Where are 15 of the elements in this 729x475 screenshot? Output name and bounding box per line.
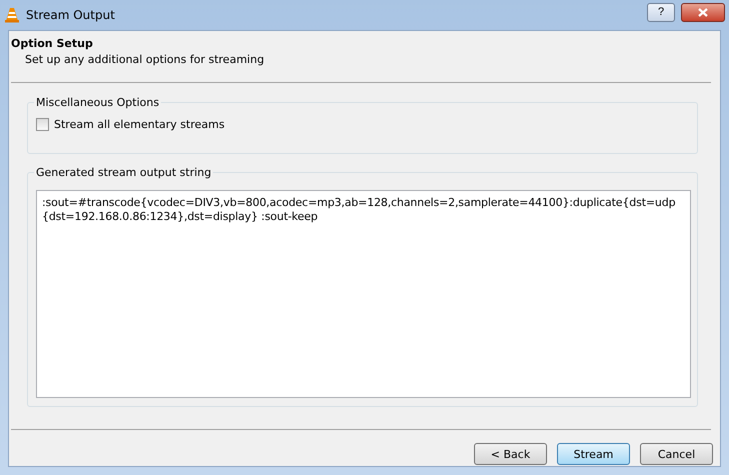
close-button[interactable] — [681, 2, 725, 22]
output-string-field[interactable]: :sout=#transcode{vcodec=DIV3,vb=800,acodec=mp3,ab=128,channels=2,samplerate=44100}:duplicate{dst=udp{dst=192.168.0.86:1234},dst=display} :sout-keep — [36, 190, 691, 398]
help-button[interactable]: ? — [647, 2, 675, 22]
checkbox-label: Stream all elementary streams — [54, 118, 225, 131]
window-title: Stream Output — [26, 8, 116, 22]
group-title: Miscellaneous Options — [34, 96, 162, 110]
dialog-button[interactable]: < Back — [474, 443, 547, 465]
group-title: Generated stream output string — [34, 166, 214, 180]
traffic-cone-icon — [4, 7, 20, 23]
checkbox[interactable] — [36, 118, 49, 131]
page-title: Option Setup — [10, 37, 94, 50]
close-icon — [698, 8, 708, 16]
page-subtitle: Set up any additional options for streaming — [24, 53, 266, 66]
dialog-button[interactable]: Cancel — [640, 443, 713, 465]
dialog-button[interactable]: Stream — [557, 443, 630, 465]
